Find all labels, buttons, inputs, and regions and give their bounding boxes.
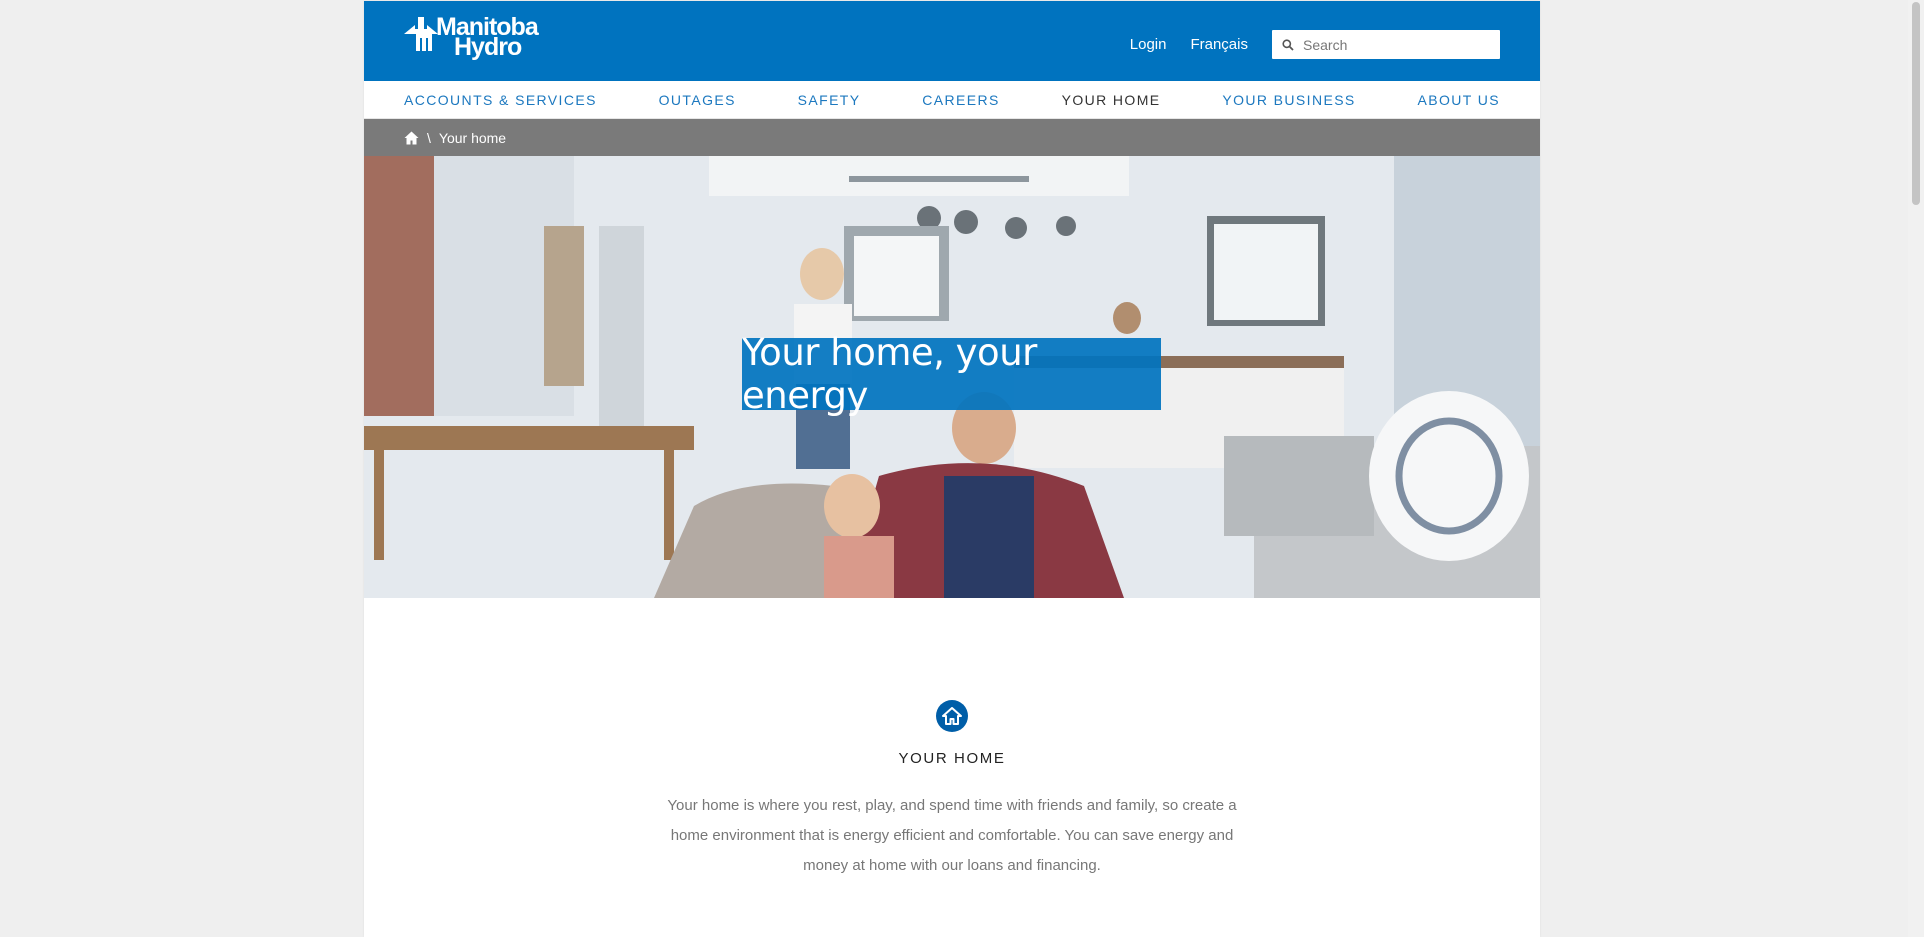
home-icon	[942, 707, 962, 725]
search-icon	[1282, 38, 1294, 51]
breadcrumb-current: Your home	[438, 129, 507, 146]
nav-item-careers[interactable]: CAREERS	[922, 92, 999, 108]
nav-item-your-business[interactable]: YOUR BUSINESS	[1222, 92, 1355, 108]
nav-item-about-us[interactable]: ABOUT US	[1417, 92, 1500, 108]
nav-item-safety[interactable]: SAFETY	[798, 92, 861, 108]
logo-wordmark: Manitoba Hydro	[436, 15, 539, 61]
site-header: Manitoba Hydro Login Français	[364, 1, 1540, 81]
search-input[interactable]	[1301, 35, 1485, 54]
home-icon[interactable]	[404, 131, 419, 145]
logo-mark-icon	[404, 17, 438, 51]
home-circle-icon	[936, 700, 968, 732]
scrollbar-thumb[interactable]	[1912, 2, 1920, 205]
hero-title: Your home, your energy	[742, 331, 1161, 417]
breadcrumb-separator: \	[427, 129, 431, 146]
search-box[interactable]	[1272, 30, 1500, 59]
section-description: Your home is where you rest, play, and s…	[667, 797, 1237, 874]
hero-banner: Your home, your energy	[364, 156, 1540, 598]
french-language-link[interactable]: Français	[1190, 36, 1248, 53]
section-heading: YOUR HOME	[898, 750, 1006, 767]
login-link[interactable]: Login	[1130, 36, 1167, 53]
breadcrumb: \ Your home	[364, 119, 1540, 156]
main-nav: ACCOUNTS & SERVICES OUTAGES SAFETY CAREE…	[364, 81, 1540, 119]
logo-line-2: Hydro	[454, 33, 522, 61]
nav-item-outages[interactable]: OUTAGES	[659, 92, 736, 108]
page-scrollbar[interactable]	[1908, 0, 1924, 937]
nav-item-accounts-services[interactable]: ACCOUNTS & SERVICES	[404, 92, 597, 108]
intro-section: YOUR HOME Your home is where you rest, p…	[364, 700, 1540, 881]
nav-item-your-home[interactable]: YOUR HOME	[1062, 92, 1161, 108]
page: Manitoba Hydro Login Français ACCOUNTS &…	[364, 1, 1540, 937]
manitoba-hydro-logo[interactable]: Manitoba Hydro	[404, 15, 544, 65]
header-utility-links: Login Français	[1130, 30, 1500, 59]
